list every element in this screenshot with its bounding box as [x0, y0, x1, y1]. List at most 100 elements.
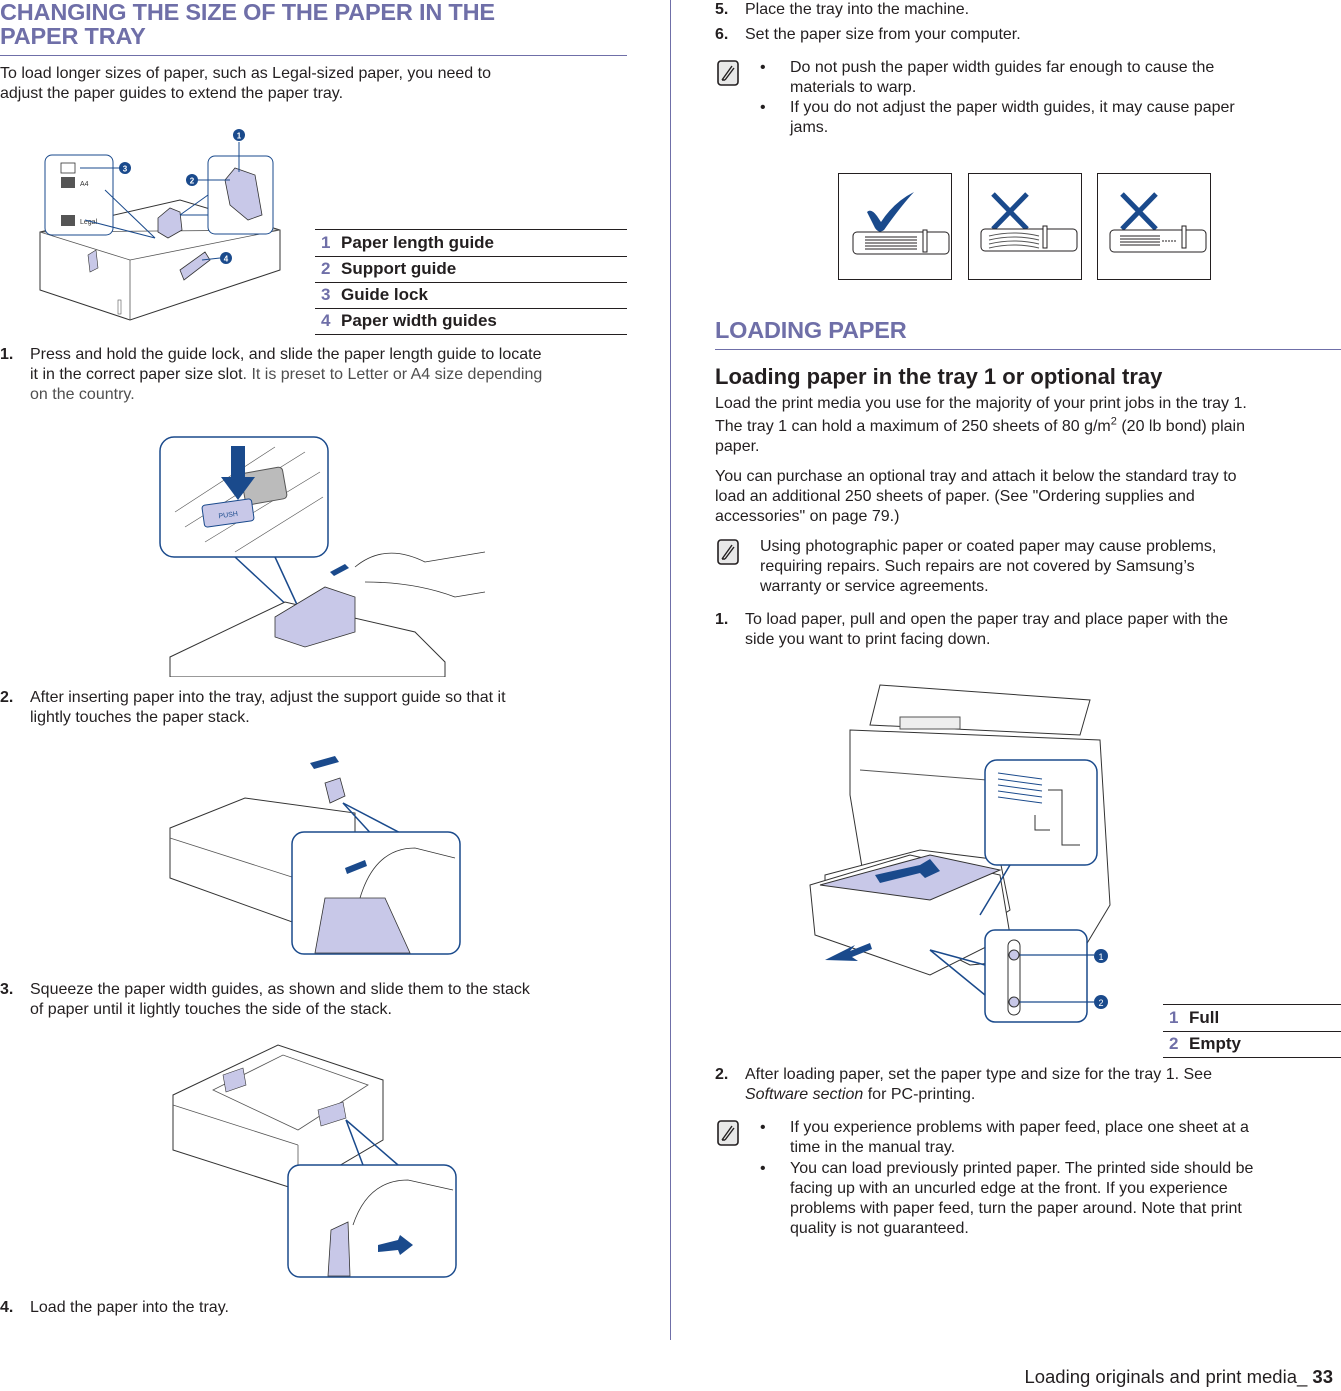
step-text: To load paper, pull and open the paper t…: [745, 610, 1335, 650]
heading-rule: [0, 55, 627, 56]
note-photographic-paper: Using photographic paper or coated paper…: [715, 537, 1341, 599]
step-number: 2.: [0, 689, 14, 706]
note-line: Do not push the paper width guides far e…: [790, 59, 1215, 76]
paragraph-line: You can purchase an optional tray and at…: [715, 468, 1237, 485]
legend-number: 2: [1169, 1034, 1179, 1053]
step-line: After inserting paper into the tray, adj…: [30, 689, 506, 706]
note-pencil-icon: [717, 60, 739, 86]
note-bullet-text: If you experience problems with paper fe…: [790, 1118, 1341, 1158]
note-pencil-icon: [717, 539, 739, 565]
note-width-guides: • Do not push the paper width guides far…: [715, 58, 1341, 148]
step-text: Load the paper into the tray.: [30, 1298, 630, 1318]
svg-text:1: 1: [237, 132, 242, 141]
legend-table-paper-level: 1 Full 2 Empty: [1163, 1004, 1341, 1058]
note-line: quality is not guaranteed.: [790, 1220, 969, 1237]
svg-text:1: 1: [1098, 952, 1103, 962]
cross-icon: [1120, 192, 1158, 231]
figure-squeeze-width-guides: [168, 1040, 463, 1280]
step-number: 1.: [0, 346, 14, 363]
step-6: 6. Set the paper size from your computer…: [715, 25, 1335, 47]
section-title-changing-paper-size: CHANGING THE SIZE OF THE PAPER IN THE PA…: [0, 0, 640, 48]
step-text: Set the paper size from your computer.: [745, 26, 1021, 43]
step-line: lightly touches the paper stack.: [30, 709, 250, 726]
step-load-1: 1. To load paper, pull and open the pape…: [715, 610, 1335, 652]
note-paper-feed-problems: • If you experience problems with paper …: [715, 1118, 1341, 1243]
step-text-note: . It is preset to Letter or A4 size depe…: [242, 366, 543, 383]
svg-text:2: 2: [190, 177, 195, 186]
paragraph-line: Load the print media you use for the maj…: [715, 395, 1247, 412]
legend-row: 1 Full: [1163, 1005, 1341, 1032]
legend-row: 3 Guide lock: [315, 282, 627, 309]
step-text: Press and hold the guide lock, and slide…: [30, 345, 630, 405]
paragraph-line: paper.: [715, 438, 760, 455]
step-2: 2. After inserting paper into the tray, …: [0, 688, 630, 730]
figure-printer-loading-tray: 1 2: [780, 675, 1120, 1025]
legend-table-tray-parts: 1 Paper length guide 2 Support guide 3 G…: [315, 229, 627, 336]
callout-empty: 2: [1094, 995, 1108, 1009]
note-line: facing up with an uncurled edge at the f…: [790, 1180, 1228, 1197]
step-text: Squeeze the paper width guides, as shown…: [30, 980, 630, 1020]
step-3: 3. Squeeze the paper width guides, as sh…: [0, 980, 630, 1022]
legend-number: 4: [321, 311, 331, 330]
footer-chapter: Loading originals and print media_: [1024, 1366, 1308, 1387]
step-line: Load the paper into the tray.: [30, 1299, 229, 1316]
step-line: Press and hold the guide lock, and slide…: [30, 346, 542, 363]
step-4: 4. Load the paper into the tray.: [0, 1298, 630, 1320]
legend-number: 3: [321, 285, 331, 304]
label-a4: A4: [80, 181, 89, 188]
note-bullet-text: Do not push the paper width guides far e…: [790, 58, 1340, 98]
bullet-icon: •: [760, 1119, 766, 1136]
step-1: 1. Press and hold the guide lock, and sl…: [0, 345, 630, 407]
note-line: Using photographic paper or coated paper…: [760, 538, 1217, 555]
step-number: 2.: [715, 1066, 729, 1083]
guide-example-correct: [838, 173, 952, 280]
step-line: Squeeze the paper width guides, as shown…: [30, 981, 530, 998]
legend-number: 1: [321, 233, 331, 252]
step-number: 6.: [715, 26, 729, 43]
legend-label: Empty: [1189, 1034, 1241, 1053]
step-line: After loading paper, set the paper type …: [745, 1066, 1212, 1083]
section-title-line: PAPER TRAY: [0, 23, 146, 49]
step-number: 1.: [715, 611, 729, 628]
step-text: After loading paper, set the paper type …: [745, 1065, 1335, 1105]
note-bullet-text: You can load previously printed paper. T…: [790, 1159, 1341, 1239]
legend-number: 2: [321, 259, 331, 278]
legend-row: 2 Empty: [1163, 1031, 1341, 1058]
note-pencil-icon: [717, 1120, 739, 1146]
step-number: 4.: [0, 1299, 14, 1316]
note-line: time in the manual tray.: [790, 1139, 956, 1156]
bullet-icon: •: [760, 99, 766, 116]
step-text: Place the tray into the machine.: [745, 1, 970, 18]
text-run: (20 lb bond) plain: [1116, 418, 1245, 435]
legend-label: Paper width guides: [341, 311, 497, 330]
paragraph-line: load an additional 250 sheets of paper. …: [715, 488, 1195, 505]
text-run: for PC-printing.: [863, 1086, 976, 1103]
note-line: requiring repairs. Such repairs are not …: [760, 558, 1195, 575]
legend-row: 1 Paper length guide: [315, 230, 627, 257]
intro-line: To load longer sizes of paper, such as L…: [0, 65, 491, 82]
step-5: 5. Place the tray into the machine.: [715, 0, 1335, 22]
callout-2: 2: [186, 174, 198, 186]
figure-press-guide-lock: PUSH: [155, 432, 485, 677]
note-line: If you experience problems with paper fe…: [790, 1119, 1249, 1136]
paragraph-tray-capacity: Load the print media you use for the maj…: [715, 394, 1341, 457]
step-number: 3.: [0, 981, 14, 998]
column-divider: [670, 0, 671, 1340]
subsection-title: Loading paper in the tray 1 or optional …: [715, 364, 1163, 389]
step-line: Software section for PC-printing.: [745, 1085, 1335, 1105]
heading-rule: [715, 349, 1341, 350]
legend-number: 1: [1169, 1008, 1179, 1027]
note-line: If you do not adjust the paper width gui…: [790, 99, 1235, 116]
paragraph-line: The tray 1 can hold a maximum of 250 she…: [715, 416, 1341, 437]
section-title-loading-paper: LOADING PAPER: [715, 317, 907, 343]
step-text: After inserting paper into the tray, adj…: [30, 688, 630, 728]
text-run: The tray 1 can hold a maximum of 250 she…: [715, 418, 1111, 435]
guide-example-too-tight: [968, 173, 1082, 280]
legend-label: Full: [1189, 1008, 1220, 1027]
callout-3: 3: [119, 162, 131, 174]
svg-text:4: 4: [224, 255, 229, 264]
guide-example-too-loose: [1097, 173, 1211, 280]
checkmark-icon: [867, 192, 914, 232]
intro-line: adjust the paper guides to extend the pa…: [0, 85, 344, 102]
legend-row: 2 Support guide: [315, 256, 627, 283]
